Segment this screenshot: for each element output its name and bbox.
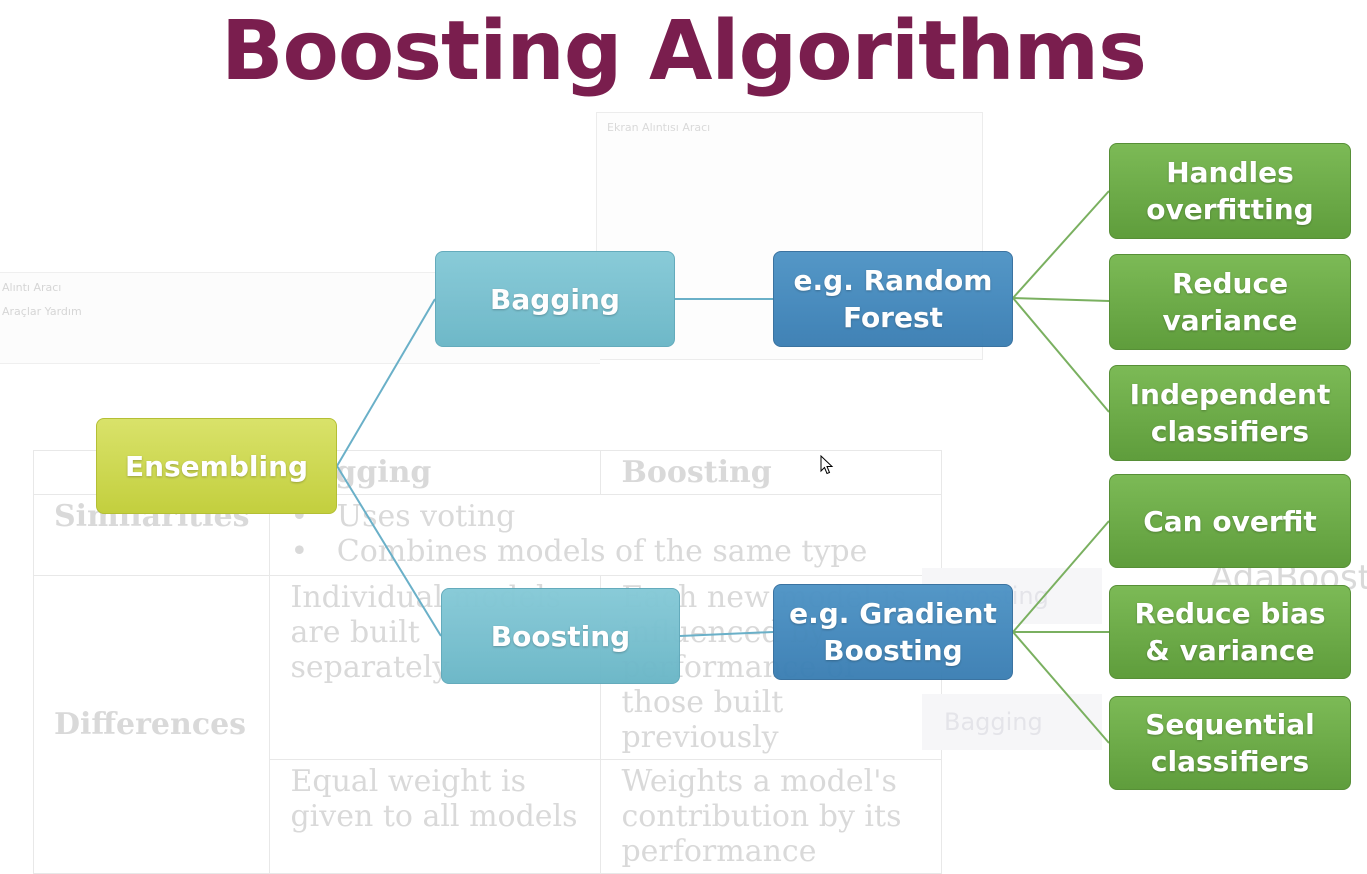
connector-gb-prop bbox=[1012, 520, 1110, 633]
gradient-boosting-node: e.g. Gradient Boosting bbox=[773, 584, 1013, 680]
property-node-independent-classifiers: Independent classifiers bbox=[1109, 365, 1351, 461]
random-forest-node: e.g. Random Forest bbox=[773, 251, 1013, 347]
ensembling-node: Ensembling bbox=[96, 418, 337, 514]
connector-gb-prop bbox=[1012, 631, 1110, 744]
boosting-node: Boosting bbox=[441, 588, 680, 684]
connector-root-boosting bbox=[336, 465, 442, 637]
property-node-reduce-variance: Reduce variance bbox=[1109, 254, 1351, 350]
connector-root-bagging bbox=[336, 298, 436, 467]
connector-rf-prop bbox=[1012, 297, 1110, 302]
arrow-cursor-icon bbox=[820, 455, 834, 475]
bagging-node: Bagging bbox=[435, 251, 675, 347]
property-node-sequential-classifiers: Sequential classifiers bbox=[1109, 696, 1351, 790]
property-node-can-overfit: Can overfit bbox=[1109, 474, 1351, 568]
connector-rf-prop bbox=[1012, 190, 1110, 299]
property-node-reduce-bias-variance: Reduce bias & variance bbox=[1109, 585, 1351, 679]
connector-rf-prop bbox=[1012, 297, 1110, 413]
connector-boosting-example bbox=[679, 631, 774, 637]
property-node-handles-overfitting: Handles overfitting bbox=[1109, 143, 1351, 239]
